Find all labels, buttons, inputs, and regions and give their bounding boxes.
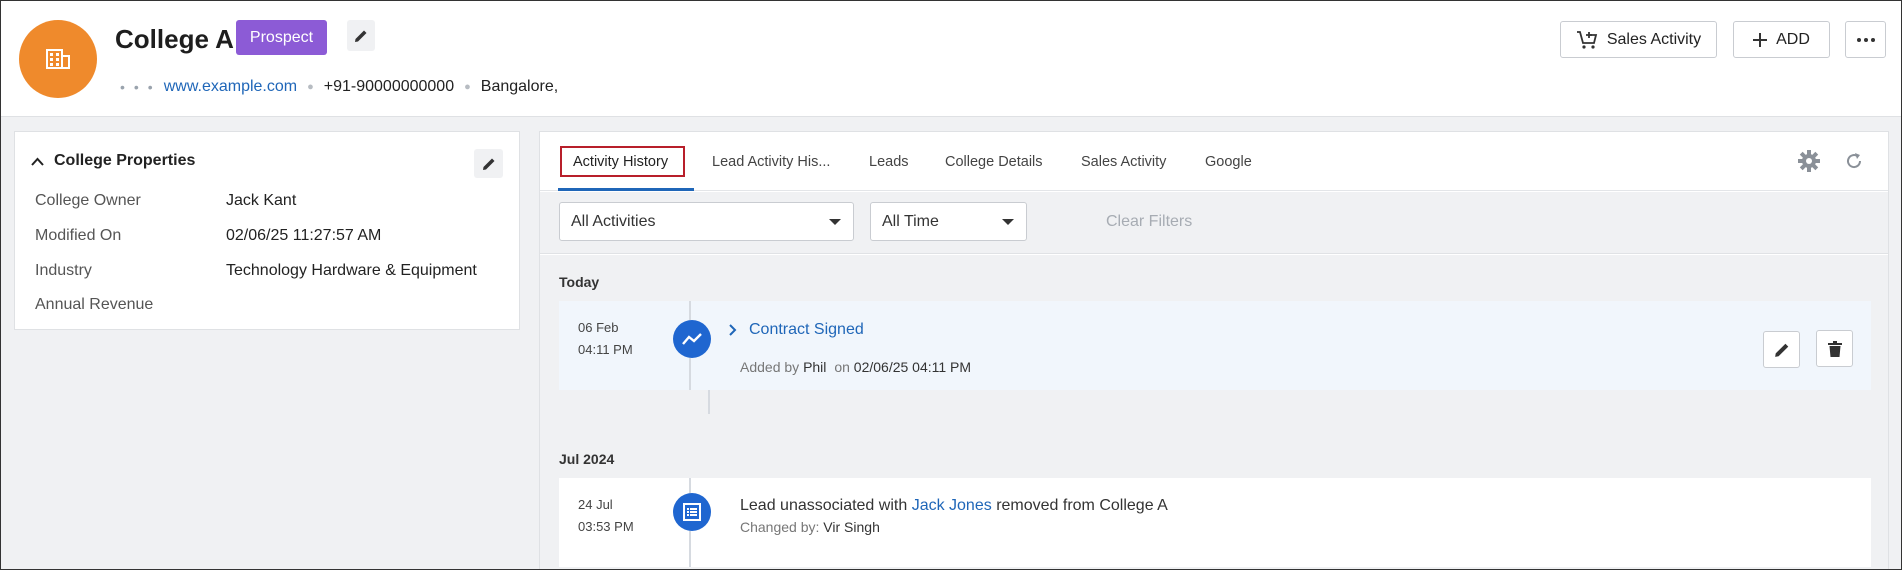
description-suffix: removed from College A bbox=[996, 497, 1168, 514]
sales-activity-label: Sales Activity bbox=[1606, 30, 1702, 48]
activity-meta: Added by Phil on 02/06/25 04:11 PM bbox=[740, 359, 971, 375]
activity-date: 06 Feb bbox=[578, 320, 619, 335]
activity-item: 06 Feb 04:11 PM Contract Signed Added by… bbox=[559, 301, 1871, 390]
edit-properties-button[interactable] bbox=[474, 149, 503, 178]
property-value: Jack Kant bbox=[226, 192, 297, 209]
more-dots-icon bbox=[1856, 37, 1875, 42]
activity-description: Lead unassociated with Jack Jones remove… bbox=[740, 497, 1168, 515]
separator-dot: ● bbox=[464, 81, 471, 93]
description-prefix: Lead unassociated with bbox=[740, 497, 908, 514]
status-badge[interactable]: Prospect bbox=[236, 20, 327, 55]
added-on-date: 02/06/25 04:11 PM bbox=[853, 359, 972, 375]
caret-down-icon bbox=[829, 219, 841, 225]
lead-link[interactable]: Jack Jones bbox=[912, 497, 992, 514]
trend-line-icon bbox=[682, 333, 702, 345]
cart-plus-icon bbox=[1576, 30, 1598, 49]
plus-icon bbox=[1753, 32, 1768, 47]
activity-type-badge bbox=[673, 320, 711, 358]
phone-number[interactable]: +91-90000000000 bbox=[324, 78, 454, 96]
property-value: 02/06/25 11:27:57 AM bbox=[226, 227, 382, 244]
changed-by-user: Vir Singh bbox=[823, 519, 880, 535]
edit-activity-button[interactable] bbox=[1763, 331, 1800, 368]
activity-time: 03:53 PM bbox=[578, 519, 634, 534]
add-label: ADD bbox=[1776, 30, 1810, 48]
chevron-up-icon bbox=[31, 157, 44, 166]
activity-feed: Today 06 Feb 04:11 PM Contract Signed Ad… bbox=[540, 255, 1888, 570]
activity-type-badge bbox=[673, 493, 711, 531]
changed-by-prefix: Changed by: bbox=[740, 519, 820, 535]
more-actions-button[interactable] bbox=[1845, 21, 1886, 58]
pencil-icon bbox=[355, 30, 367, 42]
tab-bar: Activity History Lead Activity His... Le… bbox=[540, 132, 1888, 191]
property-row: Industry Technology Hardware & Equipment bbox=[35, 262, 515, 280]
chevron-right-icon bbox=[729, 324, 737, 336]
add-button[interactable]: ADD bbox=[1733, 21, 1830, 58]
added-by-user: Phil bbox=[803, 359, 827, 375]
property-row: College Owner Jack Kant bbox=[35, 192, 515, 210]
properties-toggle[interactable]: College Properties bbox=[31, 152, 195, 170]
activity-item: 24 Jul 03:53 PM Lead unassociated with J… bbox=[559, 478, 1871, 567]
edit-title-button[interactable] bbox=[347, 20, 375, 51]
list-document-icon bbox=[683, 503, 701, 521]
college-avatar bbox=[19, 20, 97, 98]
time-range-select[interactable]: All Time bbox=[870, 202, 1027, 241]
property-label: Annual Revenue bbox=[35, 296, 154, 313]
active-tab-underline bbox=[558, 188, 694, 191]
delete-activity-button[interactable] bbox=[1816, 330, 1853, 367]
property-label: Industry bbox=[35, 262, 92, 279]
property-row: Modified On 02/06/25 11:27:57 AM bbox=[35, 227, 515, 245]
timeline-line bbox=[708, 390, 710, 414]
clear-filters-link[interactable]: Clear Filters bbox=[1106, 213, 1192, 231]
tab-google[interactable]: Google bbox=[1205, 154, 1252, 170]
contact-line: ••• www.example.com ● +91-90000000000 ● … bbox=[120, 78, 558, 96]
building-icon bbox=[46, 49, 70, 69]
record-header: College A Prospect ••• www.example.com ●… bbox=[0, 0, 1902, 117]
group-label: Jul 2024 bbox=[559, 451, 615, 467]
tab-activity-history[interactable]: Activity History bbox=[573, 154, 668, 170]
college-properties-card: College Properties College Owner Jack Ka… bbox=[14, 131, 520, 330]
activity-type-value: All Activities bbox=[571, 212, 656, 230]
property-value: Technology Hardware & Equipment bbox=[226, 262, 477, 279]
on-prefix: on bbox=[834, 359, 850, 375]
tab-college-details[interactable]: College Details bbox=[945, 154, 1043, 170]
tab-leads[interactable]: Leads bbox=[869, 154, 909, 170]
website-link[interactable]: www.example.com bbox=[164, 78, 297, 96]
trash-icon bbox=[1827, 340, 1842, 357]
pencil-icon bbox=[482, 158, 494, 170]
property-label: College Owner bbox=[35, 192, 141, 209]
page-title: College A bbox=[115, 24, 234, 54]
property-label: Modified On bbox=[35, 227, 122, 244]
activity-type-select[interactable]: All Activities bbox=[559, 202, 854, 241]
properties-title: College Properties bbox=[54, 152, 196, 169]
activity-time: 04:11 PM bbox=[578, 342, 633, 357]
tab-lead-activity-history[interactable]: Lead Activity His... bbox=[712, 154, 830, 170]
group-label: Today bbox=[559, 274, 600, 290]
city: Bangalore, bbox=[480, 78, 559, 95]
separator-dot: ● bbox=[307, 81, 314, 93]
sales-activity-button[interactable]: Sales Activity bbox=[1560, 21, 1717, 58]
activity-title-text: Contract Signed bbox=[749, 321, 864, 338]
activity-meta: Changed by: Vir Singh bbox=[740, 519, 880, 535]
caret-down-icon bbox=[1002, 219, 1014, 225]
activity-panel: Activity History Lead Activity His... Le… bbox=[539, 131, 1889, 570]
added-by-prefix: Added by bbox=[740, 359, 800, 375]
tab-sales-activity[interactable]: Sales Activity bbox=[1081, 154, 1166, 170]
activity-title[interactable]: Contract Signed bbox=[729, 321, 864, 339]
social-dots: ••• bbox=[120, 79, 162, 95]
time-range-value: All Time bbox=[882, 212, 939, 230]
refresh-icon[interactable] bbox=[1845, 152, 1863, 170]
gear-icon[interactable] bbox=[1798, 150, 1820, 172]
filter-bar: All Activities All Time Clear Filters bbox=[540, 192, 1888, 254]
pencil-icon bbox=[1774, 343, 1788, 357]
property-row: Annual Revenue bbox=[35, 296, 515, 314]
activity-date: 24 Jul bbox=[578, 497, 613, 512]
